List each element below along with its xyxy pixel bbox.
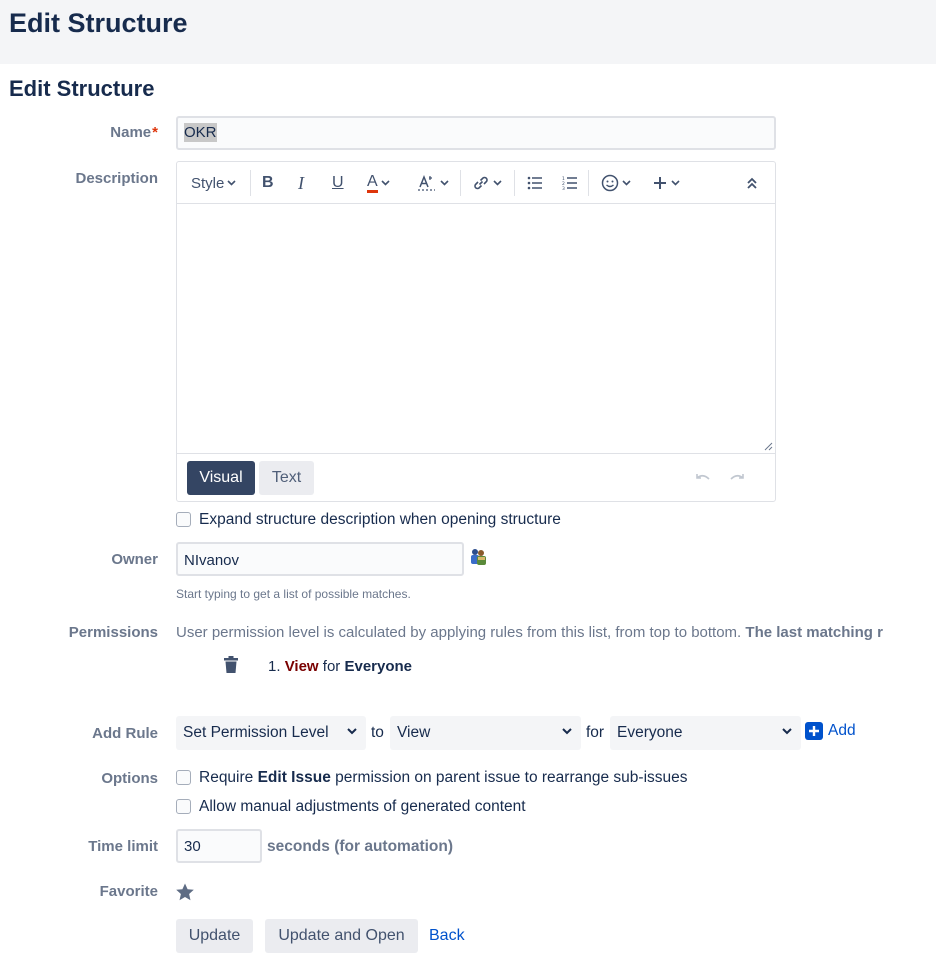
chevron-down-icon [671,180,680,186]
bullet-list-icon [527,176,542,190]
style-dropdown[interactable]: Style [191,172,236,194]
permissions-description: User permission level is calculated by a… [176,624,883,641]
favorite-label: Favorite [99,883,158,900]
redo-button[interactable] [728,469,746,490]
emoji-icon [601,174,619,192]
numbered-list-button[interactable]: 1 2 3 [562,172,578,194]
trash-icon[interactable] [223,656,239,674]
page-header: Edit Structure [0,0,936,64]
text-mode-tab[interactable]: Text [259,461,314,495]
owner-label: Owner [111,551,158,568]
redo-icon [730,474,744,480]
emoji-button[interactable] [601,172,631,194]
editor-toolbar: Style B I U A 1 2 3 [177,162,775,204]
bold-button[interactable]: B [262,172,274,194]
permission-rule-item: 1. View for Everyone [268,658,413,675]
require-edit-issue-label: Require Edit Issue permission on parent … [199,769,688,786]
description-editor: Style B I U A 1 2 3 Visual Text [176,161,776,502]
text-color-button[interactable]: A [367,172,390,194]
numbered-list-icon: 1 2 3 [562,176,577,190]
permission-level-select[interactable]: View [390,716,581,750]
bullet-list-button[interactable] [527,172,543,194]
expand-description-label: Expand structure description when openin… [199,511,561,528]
allow-manual-adjustments-label: Allow manual adjustments of generated co… [199,798,526,815]
chevron-down-icon [622,180,631,186]
visual-mode-tab[interactable]: Visual [187,461,255,495]
italic-button[interactable]: I [298,172,304,194]
name-label: Name* [110,124,158,141]
plus-box-icon [805,722,823,740]
chevron-down-icon [493,180,502,186]
permissions-label: Permissions [68,624,158,641]
require-edit-issue-checkbox[interactable] [176,770,191,785]
add-rule-button[interactable]: Add [805,722,856,740]
options-label: Options [101,770,158,787]
name-input[interactable]: OKR [176,116,776,150]
collapse-toolbar-button[interactable] [746,172,758,194]
form-title: Edit Structure [9,76,155,101]
update-and-open-button[interactable]: Update and Open [265,919,418,953]
chevron-double-up-icon [747,177,757,189]
chevron-down-icon [782,728,792,735]
expand-description-checkbox[interactable] [176,512,191,527]
chevron-down-icon [347,728,357,735]
undo-icon [696,474,710,480]
name-input-value: OKR [184,123,217,142]
link-icon [474,176,488,190]
required-mark: * [152,124,158,141]
user-picker-icon[interactable] [468,548,488,566]
permission-who-text: Everyone [344,658,413,675]
chevron-down-icon [227,180,236,186]
text-formatting-button[interactable] [417,172,449,194]
description-textarea[interactable] [177,205,775,454]
star-icon[interactable] [175,882,195,902]
permission-level-text: View [284,658,319,675]
for-text: for [586,724,605,741]
chevron-down-icon [440,180,449,186]
resize-handle-icon[interactable] [763,441,773,451]
owner-input-value: NIvanov [184,552,240,569]
underline-button[interactable]: U [332,172,344,194]
owner-input[interactable]: NIvanov [176,542,464,576]
time-limit-input[interactable]: 30 [176,829,262,863]
rule-type-select[interactable]: Set Permission Level [176,716,366,750]
time-limit-label: Time limit [88,838,158,855]
svg-text:3: 3 [562,186,565,190]
insert-more-button[interactable] [652,172,680,194]
add-rule-label: Add Rule [92,725,158,742]
chevron-down-icon [562,728,572,735]
owner-help-text: Start typing to get a list of possible m… [176,587,411,601]
page-title: Edit Structure [9,8,188,38]
time-limit-unit: seconds (for automation) [267,838,454,855]
rule-who-select[interactable]: Everyone [610,716,801,750]
chevron-down-icon [381,180,390,186]
back-link[interactable]: Back [429,927,465,945]
allow-manual-adjustments-checkbox[interactable] [176,799,191,814]
to-text: to [371,724,384,741]
plus-icon [654,177,666,189]
update-button[interactable]: Update [176,919,253,953]
description-label: Description [75,170,158,187]
link-button[interactable] [472,172,502,194]
undo-button[interactable] [694,469,712,490]
text-format-icon [418,174,435,191]
